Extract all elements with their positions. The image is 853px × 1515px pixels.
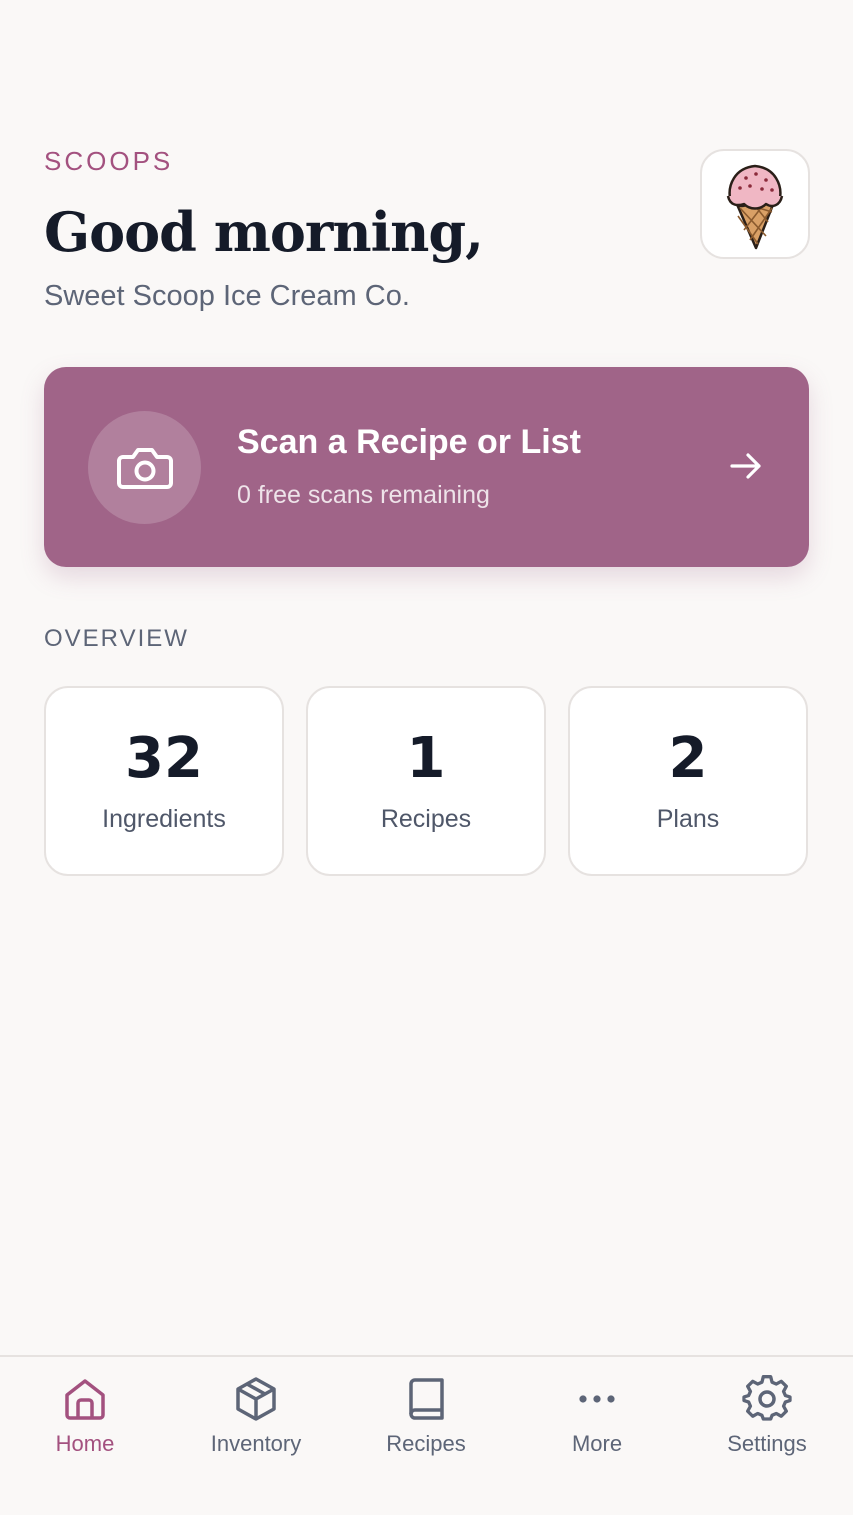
stat-value: 2	[668, 726, 708, 791]
scan-recipe-card[interactable]: Scan a Recipe or List 0 free scans remai…	[44, 367, 809, 567]
tab-label: Settings	[727, 1431, 807, 1456]
business-logo[interactable]	[700, 149, 810, 259]
tab-home[interactable]: Home	[10, 1375, 160, 1465]
stat-label: Ingredients	[102, 805, 226, 833]
book-icon	[351, 1375, 501, 1427]
tab-recipes[interactable]: Recipes	[351, 1375, 501, 1465]
scan-icon-badge	[88, 411, 201, 524]
tab-more[interactable]: More	[522, 1375, 672, 1465]
overview-heading: OVERVIEW	[44, 625, 189, 652]
tab-inventory[interactable]: Inventory	[181, 1375, 331, 1465]
bottom-tab-bar: Home Inventory Recipes More Settings	[0, 1355, 853, 1515]
ice-cream-cone-icon	[726, 164, 784, 250]
home-icon	[10, 1375, 160, 1427]
more-dots-icon	[522, 1375, 672, 1427]
stat-card-recipes[interactable]: 1 Recipes	[306, 686, 546, 876]
box-icon	[181, 1375, 331, 1427]
tab-label: Recipes	[386, 1431, 466, 1456]
stat-label: Recipes	[380, 805, 472, 833]
camera-icon	[116, 447, 173, 489]
gear-icon	[692, 1375, 842, 1427]
arrow-right-icon	[730, 453, 761, 479]
tab-label: More	[571, 1431, 623, 1456]
stat-card-plans[interactable]: 2 Plans	[568, 686, 808, 876]
tab-settings[interactable]: Settings	[692, 1375, 842, 1465]
stat-value: 32	[125, 726, 203, 791]
scan-card-subtitle: 0 free scans remaining	[237, 481, 490, 509]
scan-card-title: Scan a Recipe or List	[237, 423, 581, 461]
app-eyebrow: SCOOPS	[44, 146, 174, 176]
home-screen: SCOOPS Good morning, Sweet Scoop Ice Cre…	[0, 0, 853, 1515]
tab-label: Inventory	[210, 1431, 302, 1456]
tab-label: Home	[55, 1431, 115, 1456]
business-name: Sweet Scoop Ice Cream Co.	[44, 280, 410, 312]
stat-card-ingredients[interactable]: 32 Ingredients	[44, 686, 284, 876]
stat-value: 1	[406, 726, 446, 791]
greeting-title: Good morning,	[44, 200, 484, 264]
stat-label: Plans	[656, 805, 720, 833]
